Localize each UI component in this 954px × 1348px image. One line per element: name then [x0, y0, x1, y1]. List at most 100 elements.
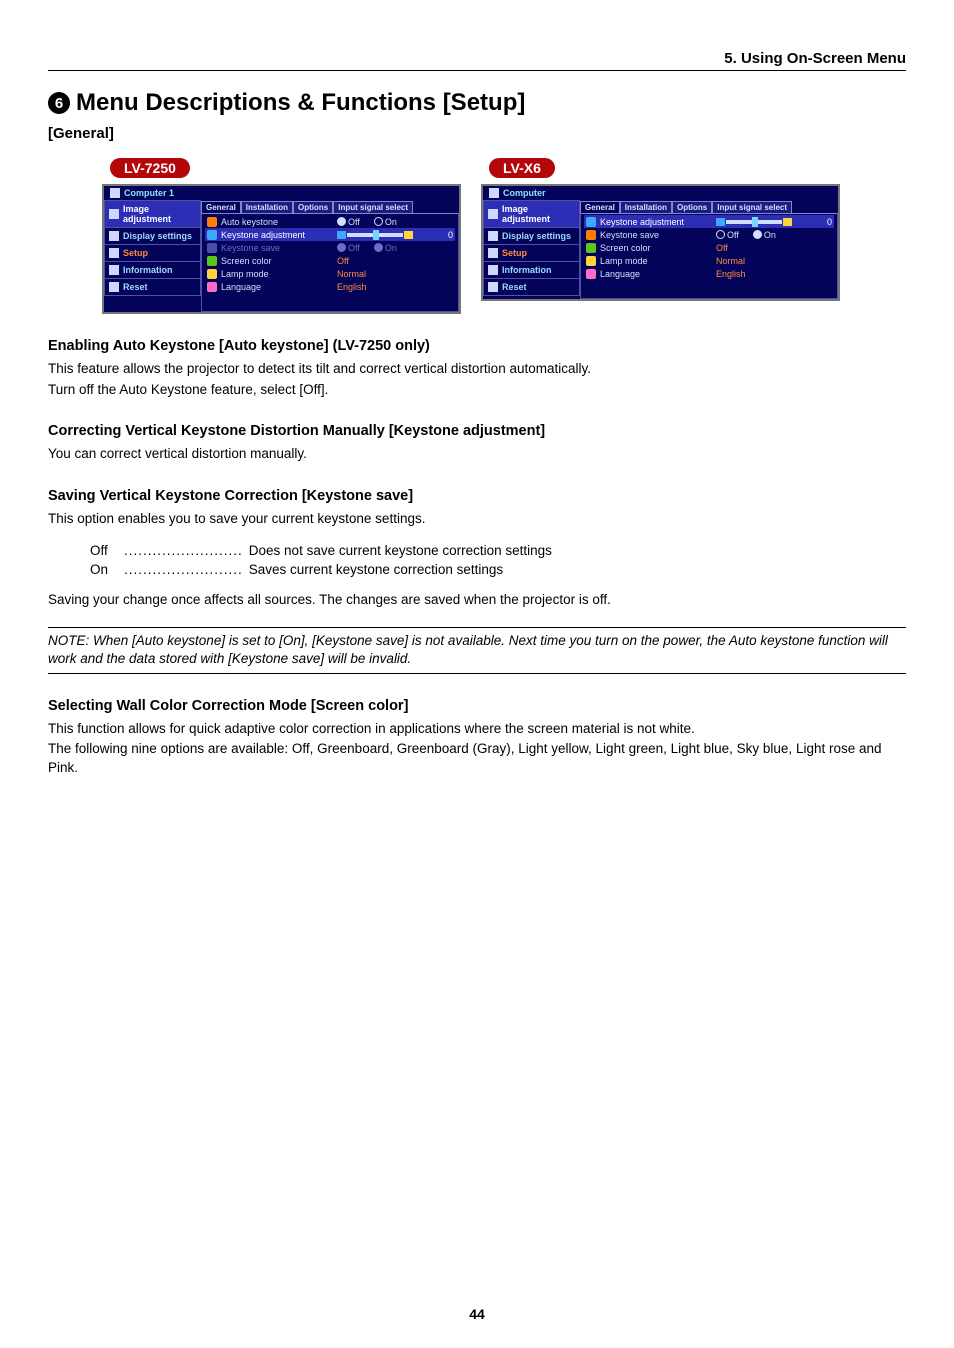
setting-label: Screen color: [221, 256, 272, 266]
sidebar-item-label: Display settings: [123, 231, 192, 241]
setting-label: Lamp mode: [600, 256, 648, 266]
radio-label: On: [385, 217, 397, 227]
osd-screenshot-row: LV-7250 Computer 1 Image adjustment Disp…: [102, 158, 906, 314]
setting-label: Lamp mode: [221, 269, 269, 279]
radio-off[interactable]: Off: [337, 217, 360, 227]
osd-main-panel: General Installation Options Input signa…: [580, 200, 838, 299]
radio-label: Off: [348, 243, 360, 253]
setting-lamp-mode[interactable]: Lamp mode Normal: [205, 267, 455, 280]
tab-installation[interactable]: Installation: [241, 201, 293, 213]
setting-lamp-mode[interactable]: Lamp mode Normal: [584, 254, 834, 267]
setting-keystone-adjustment[interactable]: Keystone adjustment 0: [205, 228, 455, 241]
osd-sidebar: Image adjustment Display settings Setup …: [104, 200, 201, 312]
tab-installation[interactable]: Installation: [620, 201, 672, 213]
setting-screen-color[interactable]: Screen color Off: [584, 241, 834, 254]
sidebar-item-display-settings[interactable]: Display settings: [483, 228, 580, 245]
sidebar-item-label: Setup: [123, 248, 148, 258]
sidebar-item-setup[interactable]: Setup: [483, 245, 580, 262]
sidebar-item-label: Image adjustment: [123, 204, 196, 224]
setting-keystone-adjustment[interactable]: Keystone adjustment 0: [584, 215, 834, 228]
tab-general[interactable]: General: [580, 201, 620, 213]
monitor-icon: [110, 188, 120, 198]
setting-language[interactable]: Language English: [584, 267, 834, 280]
radio-label: On: [385, 243, 397, 253]
definition-value: Saves current keystone correction settin…: [249, 562, 503, 577]
radio-off[interactable]: Off: [716, 230, 739, 240]
body-text: This option enables you to save your cur…: [48, 510, 906, 529]
setting-auto-keystone[interactable]: Auto keystone Off On: [205, 215, 455, 228]
setting-screen-color[interactable]: Screen color Off: [205, 254, 455, 267]
osd-tabs: General Installation Options Input signa…: [201, 200, 459, 213]
definition-row-on: On ......................... Saves curre…: [90, 562, 906, 577]
subsection-label: [General]: [48, 125, 906, 142]
keystone-slider[interactable]: [337, 231, 413, 239]
heading-screen-color: Selecting Wall Color Correction Mode [Sc…: [48, 698, 906, 714]
definition-list: Off ......................... Does not s…: [90, 543, 906, 577]
sidebar-item-information[interactable]: Information: [104, 262, 201, 279]
setting-icon: [586, 217, 596, 227]
tab-general[interactable]: General: [201, 201, 241, 213]
body-text: You can correct vertical distortion manu…: [48, 445, 906, 464]
sidebar-icon: [488, 282, 498, 292]
slider-value: 0: [448, 230, 453, 240]
setting-language[interactable]: Language English: [205, 280, 455, 293]
tab-options[interactable]: Options: [293, 201, 333, 213]
osd-menu-lvx6: Computer Image adjustment Display settin…: [481, 184, 840, 301]
radio-on[interactable]: On: [753, 230, 776, 240]
setting-value: Normal: [337, 269, 366, 279]
setting-label: Keystone save: [600, 230, 659, 240]
definition-row-off: Off ......................... Does not s…: [90, 543, 906, 558]
sidebar-icon: [488, 248, 498, 258]
setting-value: English: [716, 269, 746, 279]
setting-label: Language: [600, 269, 640, 279]
osd-source-label: Computer 1: [104, 186, 459, 200]
setting-icon: [586, 243, 596, 253]
sidebar-item-reset[interactable]: Reset: [104, 279, 201, 296]
body-text: This feature allows the projector to det…: [48, 360, 906, 379]
model-pill-lvx6: LV-X6: [489, 158, 555, 178]
sidebar-item-label: Image adjustment: [502, 204, 575, 224]
sidebar-item-reset[interactable]: Reset: [483, 279, 580, 296]
note-rule-top: [48, 627, 906, 628]
setting-icon: [207, 217, 217, 227]
setting-value: Normal: [716, 256, 745, 266]
model-pill-lv7250: LV-7250: [110, 158, 190, 178]
sidebar-item-label: Information: [502, 265, 552, 275]
sidebar-icon: [109, 209, 119, 219]
body-text: Turn off the Auto Keystone feature, sele…: [48, 381, 906, 400]
sidebar-item-image-adjustment[interactable]: Image adjustment: [104, 200, 201, 228]
setting-icon: [207, 256, 217, 266]
tab-options[interactable]: Options: [672, 201, 712, 213]
definition-key: On: [90, 562, 118, 577]
osd-tabs: General Installation Options Input signa…: [580, 200, 838, 213]
osd-menu-lv7250: Computer 1 Image adjustment Display sett…: [102, 184, 461, 314]
sidebar-item-display-settings[interactable]: Display settings: [104, 228, 201, 245]
page-number: 44: [0, 1306, 954, 1322]
sidebar-item-setup[interactable]: Setup: [104, 245, 201, 262]
radio-label: On: [764, 230, 776, 240]
sidebar-item-image-adjustment[interactable]: Image adjustment: [483, 200, 580, 228]
keystone-slider[interactable]: [716, 218, 792, 226]
setting-icon: [586, 230, 596, 240]
setting-label: Screen color: [600, 243, 651, 253]
setting-keystone-save[interactable]: Keystone save Off On: [584, 228, 834, 241]
sidebar-item-information[interactable]: Information: [483, 262, 580, 279]
section-title-row: 6 Menu Descriptions & Functions [Setup]: [48, 89, 906, 117]
sidebar-item-label: Display settings: [502, 231, 571, 241]
setting-value: English: [337, 282, 367, 292]
body-text: Saving your change once affects all sour…: [48, 591, 906, 610]
osd-source-text: Computer: [503, 188, 546, 198]
radio-off: Off: [337, 243, 360, 253]
running-header: 5. Using On-Screen Menu: [48, 50, 906, 71]
setting-value: Off: [716, 243, 728, 253]
tab-input-signal-select[interactable]: Input signal select: [712, 201, 792, 213]
radio-on[interactable]: On: [374, 217, 397, 227]
sidebar-icon: [109, 282, 119, 292]
tab-input-signal-select[interactable]: Input signal select: [333, 201, 413, 213]
body-text: The following nine options are available…: [48, 740, 906, 777]
setting-label: Auto keystone: [221, 217, 278, 227]
setting-label: Keystone save: [221, 243, 280, 253]
heading-keystone-adjustment: Correcting Vertical Keystone Distortion …: [48, 423, 906, 439]
setting-icon: [207, 282, 217, 292]
sidebar-item-label: Setup: [502, 248, 527, 258]
